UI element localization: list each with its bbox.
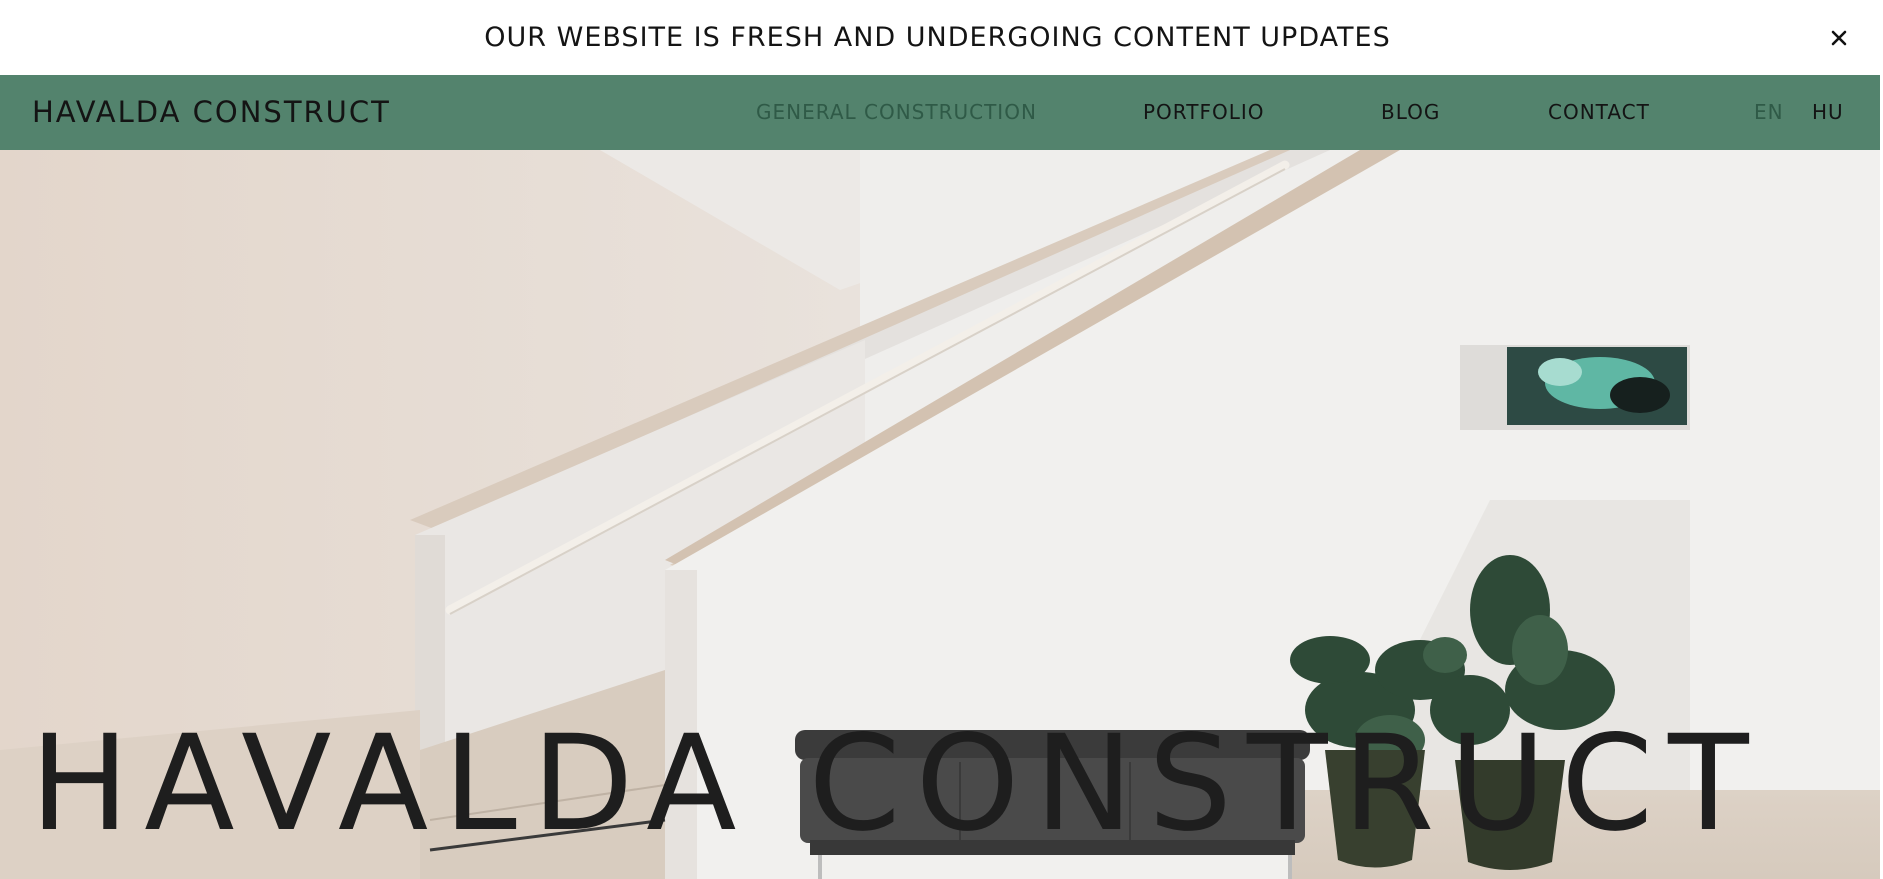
language-en[interactable]: EN bbox=[1754, 100, 1784, 124]
close-icon-glyph bbox=[1831, 30, 1847, 46]
site-logo[interactable]: HAVALDA CONSTRUCT bbox=[32, 95, 391, 129]
hero-title: HAVALDA CONSTRUCT bbox=[30, 707, 1764, 861]
announcement-text: OUR WEBSITE IS FRESH AND UNDERGOING CONT… bbox=[484, 22, 1391, 53]
language-hu[interactable]: HU bbox=[1812, 100, 1844, 124]
close-icon[interactable] bbox=[1825, 24, 1853, 52]
nav-link-portfolio[interactable]: PORTFOLIO bbox=[1143, 100, 1265, 124]
announcement-bar: OUR WEBSITE IS FRESH AND UNDERGOING CONT… bbox=[0, 0, 1883, 75]
nav-link-general-construction[interactable]: GENERAL CONSTRUCTION bbox=[756, 100, 1037, 124]
nav-link-contact[interactable]: CONTACT bbox=[1548, 100, 1650, 124]
hero-section: HAVALDA CONSTRUCT bbox=[0, 150, 1880, 879]
main-navigation: HAVALDA CONSTRUCT GENERAL CONSTRUCTION P… bbox=[0, 75, 1880, 150]
nav-link-blog[interactable]: BLOG bbox=[1381, 100, 1440, 124]
